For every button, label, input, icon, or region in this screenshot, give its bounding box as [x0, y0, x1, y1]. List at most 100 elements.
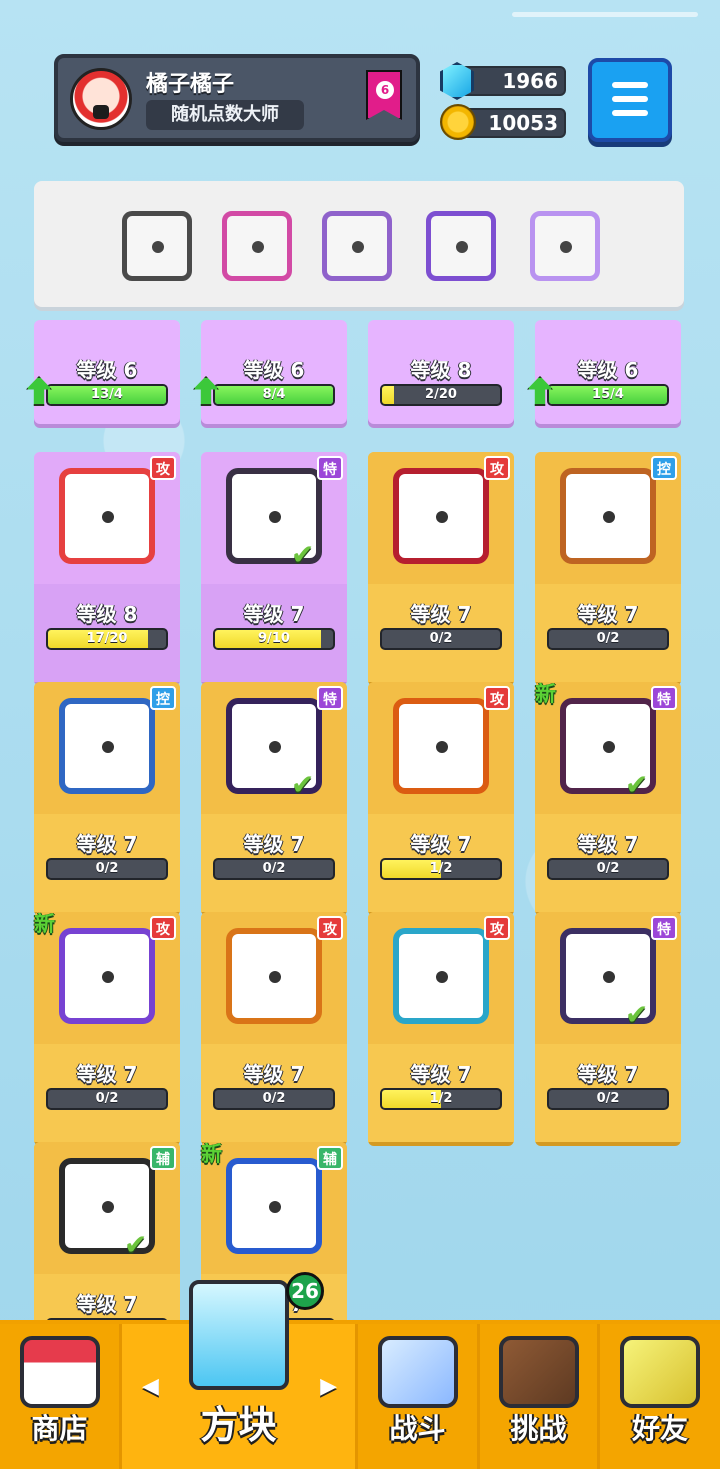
progress-text: 0/2 — [596, 631, 620, 646]
card-progress: 15/4 — [547, 384, 669, 406]
dice-card-partial-3[interactable]: 等级 8 2/20 — [368, 320, 514, 424]
dice-card[interactable]: 攻等级 7 0/2 — [368, 452, 514, 682]
equipped-check-icon: ✔ — [625, 768, 649, 801]
card-info-area: 等级 7 0/2 — [368, 584, 514, 682]
card-image-area: 特 ✔ — [201, 682, 347, 814]
card-level: 等级 7 — [577, 832, 639, 856]
dice-card[interactable]: 攻等级 7 1/2 — [368, 682, 514, 912]
dice-type-tag: 特 — [651, 916, 677, 940]
challenge-icon — [498, 1336, 579, 1408]
dice-card[interactable]: 特 ✔ 等级 7 0/2 — [201, 682, 347, 912]
dice-card-partial-4[interactable]: 等级 6 15/4 — [527, 320, 681, 424]
rank-badge: 6 — [366, 70, 402, 120]
dice-card[interactable]: 特 ✔ 等级 7 9/10 — [201, 452, 347, 682]
card-level: 等级 7 — [243, 602, 305, 626]
dice-icon — [59, 468, 155, 564]
card-level: 等级 8 — [76, 602, 138, 626]
dice-card-partial-2[interactable]: 等级 6 8/4 — [193, 320, 347, 424]
deck-slot-1[interactable] — [122, 211, 192, 281]
profile-panel[interactable]: 橘子橘子 随机点数大师 6 — [54, 54, 420, 142]
dice-card[interactable]: 特 新 ✔ 等级 7 0/2 — [535, 682, 681, 912]
new-badge: 新 — [34, 912, 55, 936]
nav-battle[interactable]: 战斗 — [358, 1324, 480, 1469]
card-progress: 1/2 — [380, 1088, 502, 1110]
nav-challenge[interactable]: 挑战 — [480, 1324, 600, 1469]
card-image-area: 攻 — [368, 912, 514, 1044]
deck-slot-5[interactable] — [530, 211, 600, 281]
dice-type-tag: 辅 — [150, 1146, 176, 1170]
dice-card[interactable]: 攻等级 7 0/2 — [201, 912, 347, 1142]
menu-button[interactable] — [588, 58, 672, 142]
deck-slot-3[interactable] — [322, 211, 392, 281]
nav-friends[interactable]: 好友 — [600, 1324, 720, 1469]
nav-challenge-label: 挑战 — [510, 1412, 567, 1445]
card-info-area: 等级 7 0/2 — [201, 814, 347, 912]
dice-box-icon — [188, 1280, 289, 1390]
card-progress: 1/2 — [380, 858, 502, 880]
dice-card[interactable]: 攻等级 8 17/20 — [34, 452, 180, 682]
coin-counter[interactable]: 10053 — [440, 104, 566, 140]
card-level: 等级 7 — [76, 832, 138, 856]
card-progress: 0/2 — [547, 858, 669, 880]
equipped-check-icon: ✔ — [124, 1228, 148, 1261]
progress-text: 0/2 — [95, 1091, 119, 1106]
equipped-check-icon: ✔ — [291, 538, 315, 571]
card-progress: 0/2 — [213, 1088, 335, 1110]
dice-type-tag: 特 — [317, 456, 343, 480]
progress-text: 8/4 — [262, 387, 286, 402]
new-badge: 新 — [201, 1142, 222, 1166]
avatar[interactable] — [70, 68, 132, 130]
card-image-area: 控 — [34, 682, 180, 814]
card-level: 等级 7 — [577, 602, 639, 626]
dice-card[interactable]: 控等级 7 0/2 — [535, 452, 681, 682]
dice-card[interactable]: 控等级 7 0/2 — [34, 682, 180, 912]
battle-icon — [377, 1336, 458, 1408]
dice-card[interactable]: 攻新等级 7 0/2 — [34, 912, 180, 1142]
card-image-area: 攻 — [201, 912, 347, 1044]
card-image-area: 攻 — [34, 452, 180, 584]
bottom-navigation: 商店 26 ◀ ▶ 方块 战斗 挑战 好友 — [0, 1272, 720, 1469]
deck-bar — [34, 181, 684, 307]
deck-slot-4[interactable] — [426, 211, 496, 281]
dice-type-tag: 攻 — [150, 456, 176, 480]
card-image-area: 特 ✔ — [201, 452, 347, 584]
equipped-check-icon: ✔ — [625, 998, 649, 1031]
gem-counter[interactable]: 1966 — [440, 62, 566, 100]
dice-card[interactable]: 攻等级 7 1/2 — [368, 912, 514, 1142]
status-indicator — [512, 12, 698, 17]
nav-dice[interactable]: 26 ◀ ▶ 方块 — [122, 1272, 358, 1469]
player-title: 随机点数大师 — [146, 100, 304, 130]
progress-text: 0/2 — [429, 631, 453, 646]
card-info-area: 等级 7 0/2 — [34, 814, 180, 912]
gem-amount: 1966 — [460, 66, 566, 96]
dice-icon — [226, 928, 322, 1024]
dice-count-badge: 26 — [286, 1272, 324, 1310]
card-progress: 0/2 — [547, 1088, 669, 1110]
card-image-area: 攻新 — [34, 912, 180, 1044]
nav-friends-label: 好友 — [631, 1412, 688, 1445]
progress-text: 17/20 — [86, 631, 128, 646]
deck-slot-2[interactable] — [222, 211, 292, 281]
nav-shop[interactable]: 商店 — [0, 1324, 122, 1469]
dice-icon — [560, 468, 656, 564]
nav-battle-label: 战斗 — [389, 1412, 446, 1445]
dice-card[interactable]: 辅✔等级 71/2 — [34, 1142, 180, 1372]
card-image-area: 辅新 — [201, 1142, 347, 1274]
dice-card[interactable]: 特 ✔ 等级 7 0/2 — [535, 912, 681, 1142]
card-info-area: 等级 7 9/10 — [201, 584, 347, 682]
card-progress: 0/2 — [46, 1088, 168, 1110]
friend-icon — [620, 1336, 700, 1408]
card-level: 等级 7 — [76, 1062, 138, 1086]
dice-type-tag: 攻 — [150, 916, 176, 940]
card-level: 等级 7 — [243, 1062, 305, 1086]
card-level: 等级 7 — [243, 832, 305, 856]
dice-card-partial-1[interactable]: 等级 6 13/4 — [26, 320, 180, 424]
card-info-area: 等级 7 1/2 — [368, 1044, 514, 1142]
card-image-area: 攻 — [368, 682, 514, 814]
card-progress: 8/4 — [213, 384, 335, 406]
progress-text: 9/10 — [258, 631, 290, 646]
card-level: 等级 8 — [410, 358, 472, 382]
progress-text: 0/2 — [596, 861, 620, 876]
card-level: 等级 7 — [410, 832, 472, 856]
card-info-area: 等级 7 1/2 — [368, 814, 514, 912]
